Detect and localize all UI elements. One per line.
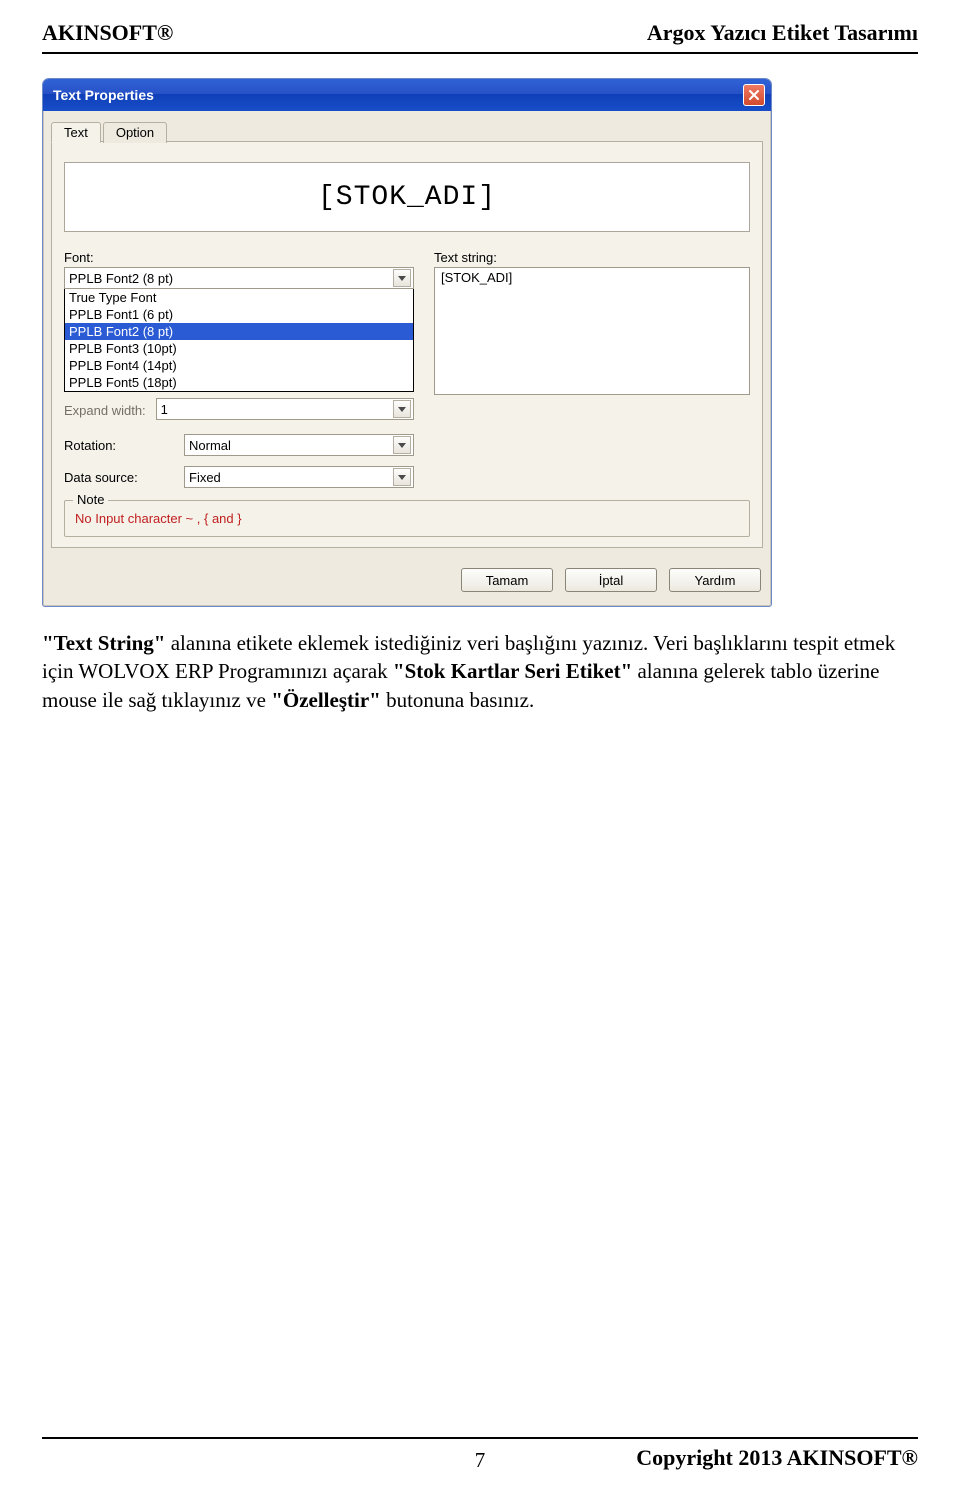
data-source-label: Data source: — [64, 470, 174, 485]
rotation-value: Normal — [189, 438, 231, 453]
header-rule — [42, 52, 918, 54]
font-combo-value: PPLB Font2 (8 pt) — [69, 271, 173, 286]
dialog-title: Text Properties — [53, 87, 154, 103]
ok-button[interactable]: Tamam — [461, 568, 553, 592]
font-option[interactable]: PPLB Font1 (6 pt) — [65, 306, 413, 323]
font-option[interactable]: PPLB Font5 (18pt) — [65, 374, 413, 391]
font-combo[interactable]: PPLB Font2 (8 pt) — [64, 267, 414, 289]
tab-text[interactable]: Text — [51, 122, 101, 143]
cancel-button[interactable]: İptal — [565, 568, 657, 592]
expand-width-value: 1 — [161, 402, 168, 417]
chevron-down-icon[interactable] — [393, 436, 411, 454]
text-properties-dialog: Text Properties Text Option [STOK_ADI] F… — [42, 78, 772, 607]
doc-header-right: Argox Yazıcı Etiket Tasarımı — [647, 20, 918, 46]
rotation-combo[interactable]: Normal — [184, 434, 414, 456]
text-string-label: Text string: — [434, 250, 750, 265]
body-text-3: butonuna basınız. — [381, 688, 534, 712]
expand-width-label: Expand width: — [64, 403, 146, 418]
text-string-input[interactable]: [STOK_ADI] — [434, 267, 750, 395]
note-legend: Note — [73, 492, 108, 507]
chevron-down-icon[interactable] — [393, 400, 411, 418]
data-source-combo[interactable]: Fixed — [184, 466, 414, 488]
titlebar[interactable]: Text Properties — [43, 79, 771, 111]
note-group: Note No Input character ~ , { and } — [64, 500, 750, 537]
close-icon[interactable] — [743, 84, 765, 106]
text-preview: [STOK_ADI] — [64, 162, 750, 232]
footer-copyright: Copyright 2013 AKINSOFT® — [636, 1445, 918, 1471]
body-bold-3: "Özelleştir" — [271, 688, 381, 712]
page-number: 7 — [475, 1448, 486, 1473]
note-text: No Input character ~ , { and } — [75, 511, 739, 526]
rotation-label: Rotation: — [64, 438, 174, 453]
body-bold-1: "Text String" — [42, 631, 165, 655]
footer-rule — [42, 1437, 918, 1439]
text-string-value: [STOK_ADI] — [441, 270, 512, 285]
font-option[interactable]: True Type Font — [65, 289, 413, 306]
body-paragraph: "Text String" alanına etikete eklemek is… — [42, 629, 918, 714]
font-label: Font: — [64, 250, 414, 265]
doc-header-left: AKINSOFT® — [42, 20, 173, 46]
body-bold-2: "Stok Kartlar Seri Etiket" — [393, 659, 632, 683]
font-option[interactable]: PPLB Font4 (14pt) — [65, 357, 413, 374]
font-option[interactable]: PPLB Font2 (8 pt) — [65, 323, 413, 340]
help-button[interactable]: Yardım — [669, 568, 761, 592]
expand-width-combo[interactable]: 1 — [156, 398, 414, 420]
chevron-down-icon[interactable] — [393, 269, 411, 287]
font-option[interactable]: PPLB Font3 (10pt) — [65, 340, 413, 357]
tabstrip: Text Option — [51, 121, 763, 142]
font-dropdown-list[interactable]: True Type Font PPLB Font1 (6 pt) PPLB Fo… — [64, 288, 414, 392]
chevron-down-icon[interactable] — [393, 468, 411, 486]
data-source-value: Fixed — [189, 470, 221, 485]
tab-panel-text: [STOK_ADI] Font: PPLB Font2 (8 pt) True … — [51, 141, 763, 548]
dialog-button-row: Tamam İptal Yardım — [43, 552, 771, 606]
tab-option[interactable]: Option — [103, 122, 167, 143]
